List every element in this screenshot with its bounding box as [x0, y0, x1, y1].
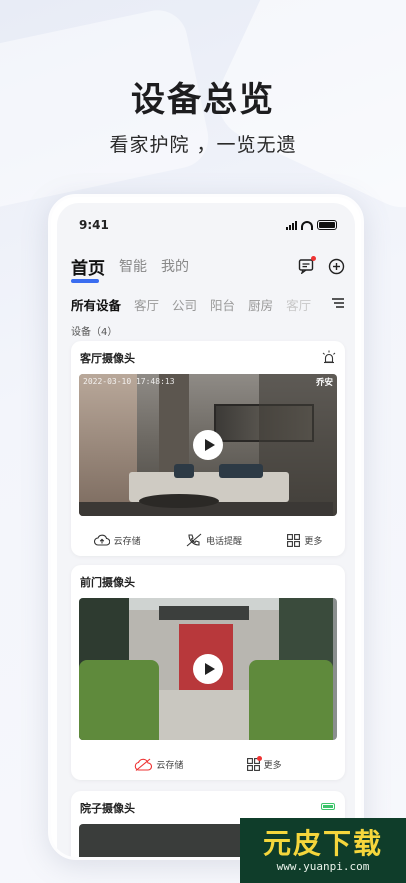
- tab-me[interactable]: 我的: [161, 256, 189, 276]
- battery-icon: [317, 220, 337, 230]
- top-navigation: 首页 智能 我的: [71, 253, 345, 283]
- cloud-storage-button[interactable]: 云存储: [93, 534, 141, 547]
- brand-watermark: 乔安: [315, 378, 333, 388]
- camera-preview-living[interactable]: 2022-03-10 17:48:13 乔安: [79, 374, 337, 516]
- cloud-upload-icon: [93, 534, 110, 546]
- alarm-light-icon[interactable]: [322, 349, 336, 368]
- hero-title: 设备总览: [131, 80, 275, 120]
- tab-smart[interactable]: 智能: [119, 256, 147, 276]
- message-icon[interactable]: [297, 256, 316, 275]
- notification-dot: [311, 256, 316, 261]
- cushion: [174, 464, 194, 478]
- room-menu-icon[interactable]: [331, 297, 345, 312]
- watermark-url: www.yuanpi.com: [276, 860, 370, 873]
- site-watermark: 元皮下载 www.yuanpi.com: [240, 818, 406, 883]
- action-label: 更多: [304, 536, 323, 547]
- camera-preview-frontdoor[interactable]: [79, 598, 337, 740]
- action-label: 电话提醒: [205, 536, 242, 547]
- room-tab-all[interactable]: 所有设备: [71, 295, 121, 314]
- cellular-signal-icon: [286, 220, 297, 230]
- camera-card-frontdoor[interactable]: 前门摄像头 云存储 更多: [71, 565, 345, 780]
- roof: [159, 606, 249, 620]
- room-tab-office[interactable]: 公司: [172, 295, 197, 314]
- room-tab-kitchen[interactable]: 厨房: [248, 295, 273, 314]
- device-count: 设备（4）: [71, 327, 118, 338]
- coffee-table: [139, 494, 219, 508]
- more-button[interactable]: 更多: [246, 755, 282, 771]
- card-actions: 云存储 更多: [71, 754, 345, 774]
- path: [159, 690, 249, 740]
- room-tab-living[interactable]: 客厅: [134, 295, 159, 314]
- video-timestamp: 2022-03-10 17:48:13: [83, 377, 175, 386]
- grid-icon: [287, 533, 301, 547]
- play-button[interactable]: [193, 430, 223, 460]
- camera-title: 客厅摄像头: [80, 352, 135, 365]
- card-actions: 云存储 电话提醒 更多: [71, 530, 345, 550]
- watermark-logo-text: 元皮下载: [262, 827, 383, 860]
- battery-level-icon: [321, 803, 335, 810]
- action-label: 更多: [263, 760, 282, 771]
- camera-card-living[interactable]: 客厅摄像头 2022-03-10 17:48:13 乔安 云存储 电话提醒 更多: [71, 341, 345, 556]
- tab-home[interactable]: 首页: [71, 254, 105, 283]
- app-screen: 9:41 首页 智能 我的 所有设备 客厅 公司 阳台 厨房 客厅 设备（4） …: [57, 203, 355, 857]
- cushion: [219, 464, 263, 478]
- wifi-icon: [301, 220, 313, 230]
- camera-title: 前门摄像头: [80, 576, 135, 589]
- play-button[interactable]: [193, 654, 223, 684]
- room-tab-living-2[interactable]: 客厅: [286, 295, 311, 314]
- camera-title: 院子摄像头: [80, 802, 135, 815]
- room-tab-balcony[interactable]: 阳台: [210, 295, 235, 314]
- phone-mockup: 9:41 首页 智能 我的 所有设备 客厅 公司 阳台 厨房 客厅 设备（4） …: [48, 194, 364, 860]
- status-bar: 9:41: [79, 217, 337, 233]
- status-time: 9:41: [79, 218, 109, 232]
- cloud-off-icon: [135, 758, 153, 771]
- cloud-storage-button[interactable]: 云存储: [134, 758, 183, 771]
- add-device-icon[interactable]: [327, 257, 345, 275]
- action-label: 云存储: [113, 536, 141, 547]
- hedge-left: [79, 660, 159, 740]
- room-tabs: 所有设备 客厅 公司 阳台 厨房 客厅: [71, 295, 345, 314]
- phone-off-icon: [186, 533, 202, 547]
- more-button[interactable]: 更多: [287, 533, 323, 547]
- phone-alert-button[interactable]: 电话提醒: [186, 533, 242, 547]
- action-label: 云存储: [156, 760, 184, 771]
- hedge-right: [249, 660, 333, 740]
- notification-dot: [256, 755, 262, 761]
- grid-icon: [246, 755, 262, 771]
- hero-subtitle: 看家护院 ，一览无遗: [109, 134, 297, 156]
